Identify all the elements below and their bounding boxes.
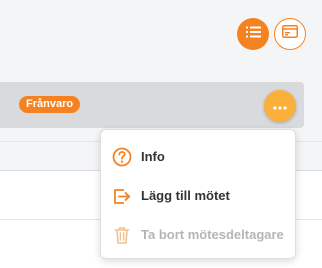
menu-item-label: Lägg till mötet	[141, 188, 230, 203]
more-horizontal-icon	[273, 97, 287, 115]
menu-item-label: Info	[141, 149, 165, 164]
menu-item-info[interactable]: Info	[101, 137, 295, 176]
menu-item-remove-participant: Ta bort mötesdeltagare	[101, 215, 295, 254]
card-icon	[282, 25, 298, 43]
trash-icon	[111, 224, 133, 246]
add-to-meeting-icon	[111, 185, 133, 207]
help-circle-icon	[111, 146, 133, 168]
list-view-button[interactable]	[237, 18, 269, 50]
participant-context-menu: Info Lägg till mötet Ta bort mötesdeltag…	[100, 129, 296, 259]
status-badge: Frånvaro	[19, 96, 81, 113]
more-options-button[interactable]	[264, 90, 296, 122]
menu-item-add-to-meeting[interactable]: Lägg till mötet	[101, 176, 295, 215]
menu-item-label: Ta bort mötesdeltagare	[141, 227, 284, 242]
card-view-button[interactable]	[274, 18, 306, 50]
list-icon	[245, 25, 261, 43]
